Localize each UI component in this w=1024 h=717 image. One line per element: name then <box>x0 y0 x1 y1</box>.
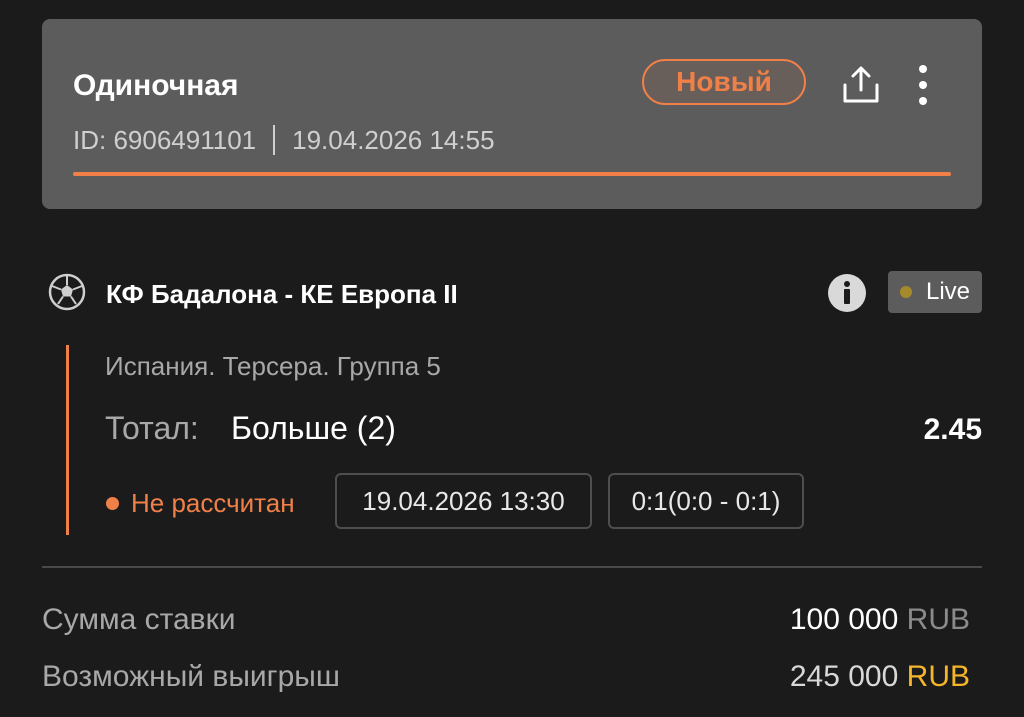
separator <box>273 125 276 156</box>
event-title[interactable]: КФ Бадалона - КЕ Европа II <box>106 279 458 310</box>
bet-id-line: ID: 6906491101 19.04.2026 14:55 <box>73 125 495 157</box>
event-start-datetime: 19.04.2026 13:30 <box>335 473 592 529</box>
market-label: Тотал: <box>105 410 199 446</box>
info-icon[interactable] <box>827 273 867 313</box>
share-icon[interactable] <box>839 63 883 107</box>
status-badge: Новый <box>642 59 806 105</box>
live-label: Live <box>926 278 971 305</box>
bet-datetime: 19.04.2026 14:55 <box>292 125 495 155</box>
stake-amount-row: 100 000 RUB <box>790 603 970 637</box>
potential-win-currency: RUB <box>906 660 970 693</box>
live-indicator-dot <box>900 286 912 298</box>
potential-win-amount: 245 000 <box>789 660 899 693</box>
live-badge: Live <box>888 271 982 313</box>
stake-currency: RUB <box>906 603 970 636</box>
league-name: Испания. Терсера. Группа 5 <box>105 351 441 381</box>
market-selection: Больше (2) <box>231 410 396 446</box>
odds-value: 2.45 <box>923 413 982 446</box>
settlement-status: Не рассчитан <box>131 488 295 518</box>
bet-details-screen: Одиночная ID: 6906491101 19.04.2026 14:55… <box>0 0 1024 717</box>
bet-header-card: Одиночная ID: 6906491101 19.04.2026 14:55… <box>42 19 982 209</box>
stake-amount: 100 000 <box>789 603 899 636</box>
event-score: 0:1(0:0 - 0:1) <box>608 473 804 529</box>
status-progress-bar <box>73 172 951 176</box>
settlement-status-dot <box>106 497 119 510</box>
soccer-ball-icon <box>48 273 86 311</box>
bet-id: ID: 6906491101 <box>73 125 257 155</box>
potential-win-label: Возможный выигрыш <box>42 660 340 693</box>
stake-label: Сумма ставки <box>42 603 236 636</box>
bet-accent-line <box>66 345 69 535</box>
more-vertical-icon[interactable] <box>912 63 934 107</box>
bet-type-title: Одиночная <box>73 69 239 102</box>
potential-win-row: 245 000 RUB <box>790 660 970 694</box>
divider <box>42 566 982 568</box>
